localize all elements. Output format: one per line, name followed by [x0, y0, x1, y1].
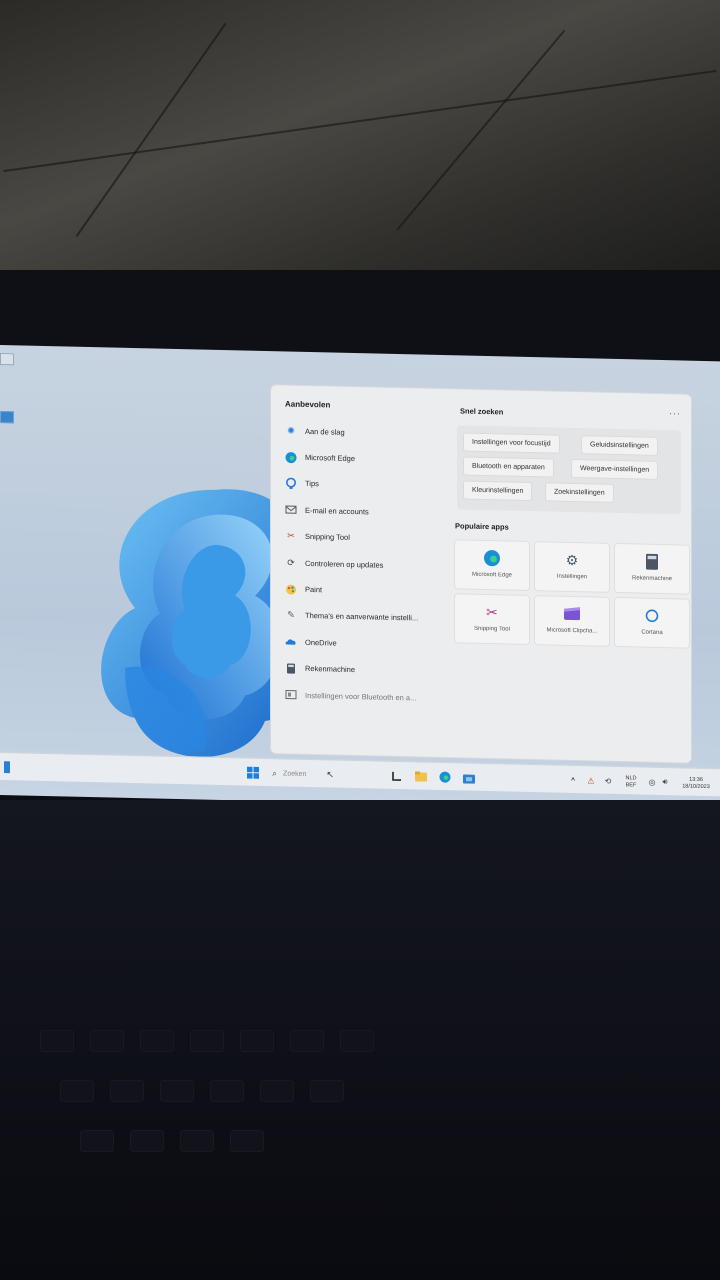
keyboard-layout: BEF: [625, 782, 637, 789]
keyboard-key: [40, 1030, 74, 1052]
keyboard-key: [80, 1130, 114, 1152]
clipchamp-icon: [563, 605, 581, 623]
snipping-tool-icon: ✂: [287, 530, 295, 541]
mouse-cursor-icon: ↖: [326, 768, 334, 780]
recommended-item-themes[interactable]: ✎ Thema's en aanverwante instelli...: [285, 602, 435, 632]
search-icon: ⌕: [272, 767, 278, 778]
more-options-button[interactable]: ···: [669, 408, 681, 418]
recommended-item-bluetooth[interactable]: Instellingen voor Bluetooth en a...: [285, 681, 435, 711]
chevron-up-icon[interactable]: ^: [566, 773, 580, 787]
quick-search-display[interactable]: Weergave-instellingen: [571, 458, 659, 480]
language-indicator[interactable]: NLD BEF: [620, 775, 642, 789]
file-explorer-icon[interactable]: [414, 769, 428, 783]
start-menu: Aanbevolen ✺ Aan de slag Microsoft Edge …: [270, 384, 692, 764]
get-started-icon: ✺: [287, 425, 295, 436]
paint-icon: [285, 583, 297, 595]
popular-app-clipchamp[interactable]: Microsoft Clipcha...: [534, 595, 610, 647]
popular-app-cortana[interactable]: Cortana: [614, 596, 690, 649]
clock[interactable]: 13:36 18/10/2023: [676, 776, 716, 791]
recommended-item-get-started[interactable]: ✺ Aan de slag: [285, 417, 435, 447]
edge-icon: [285, 451, 297, 463]
update-icon: ⟳: [287, 557, 295, 568]
recommended-item-mail[interactable]: E-mail en accounts: [285, 497, 435, 527]
keyboard-key: [60, 1080, 94, 1102]
mail-icon: [285, 504, 297, 516]
snipping-tool-icon: ✂: [486, 603, 498, 620]
sync-icon[interactable]: ⟲: [601, 774, 615, 788]
store-icon[interactable]: [462, 770, 476, 784]
keyboard-key: [180, 1130, 214, 1152]
desktop-icon-shortcut[interactable]: [0, 411, 28, 424]
recycle-bin-icon: [0, 353, 14, 366]
recommended-item-edge[interactable]: Microsoft Edge: [285, 444, 435, 474]
volume-icon[interactable]: 🔊︎: [658, 775, 672, 789]
quick-search-color[interactable]: Kleurinstellingen: [463, 480, 533, 502]
keyboard-key: [260, 1080, 294, 1102]
security-alert-icon[interactable]: ⚠: [584, 773, 598, 787]
tips-icon: [285, 477, 297, 489]
network-icon[interactable]: ◎: [645, 775, 659, 789]
quick-search-bluetooth[interactable]: Bluetooth en apparaten: [463, 456, 554, 478]
keyboard-key: [90, 1030, 124, 1052]
edge-icon: [483, 549, 501, 567]
clock-date: 18/10/2023: [682, 783, 710, 791]
quick-search-search-settings[interactable]: Zoekinstellingen: [545, 482, 614, 503]
recommended-item-tips[interactable]: Tips: [285, 470, 435, 500]
keyboard-key: [290, 1030, 324, 1052]
recommended-item-updates[interactable]: ⟳ Controleren op updates: [285, 549, 435, 579]
recommended-item-calculator[interactable]: Rekenmachine: [285, 655, 435, 685]
keyboard-key: [130, 1130, 164, 1152]
keyboard-key: [240, 1030, 274, 1052]
quick-search-panel: Instellingen voor focustijd Geluidsinste…: [457, 425, 681, 515]
recommended-item-snipping[interactable]: ✂ Snipping Tool: [285, 523, 435, 553]
popular-app-settings[interactable]: ⚙ Instellingen: [534, 541, 610, 593]
room-background: [0, 0, 720, 300]
widgets-icon[interactable]: [0, 760, 14, 774]
keyboard-key: [190, 1030, 224, 1052]
windows-logo-icon: [247, 766, 259, 779]
laptop-keyboard: [0, 800, 720, 1280]
start-button[interactable]: [246, 766, 260, 780]
keyboard-key: [160, 1080, 194, 1102]
recommended-list: ✺ Aan de slag Microsoft Edge Tips E-mail…: [285, 417, 435, 711]
keyboard-key: [140, 1030, 174, 1052]
keyboard-key: [310, 1080, 344, 1102]
edge-taskbar-icon[interactable]: [438, 770, 452, 784]
keyboard-key: [110, 1080, 144, 1102]
search-input[interactable]: Zoeken: [283, 770, 306, 778]
windows-desktop[interactable]: Aanbevolen ✺ Aan de slag Microsoft Edge …: [0, 345, 720, 812]
calculator-icon: [285, 662, 297, 674]
popular-apps-title: Populaire apps: [455, 521, 509, 532]
popular-app-snipping[interactable]: ✂ Snipping Tool: [454, 593, 530, 646]
quick-search-focus-time[interactable]: Instellingen voor focustijd: [463, 432, 560, 454]
bluetooth-settings-icon: [285, 689, 297, 701]
task-view-icon[interactable]: [390, 769, 404, 783]
keyboard-key: [210, 1080, 244, 1102]
keyboard-key: [340, 1030, 374, 1052]
quick-search-title: Snel zoeken: [460, 406, 504, 417]
recommended-title: Aanbevolen: [285, 399, 331, 410]
cortana-icon: [643, 607, 661, 625]
desktop-icon-recycle-bin[interactable]: [0, 353, 28, 366]
recommended-item-paint[interactable]: Paint: [285, 576, 435, 606]
recommended-item-onedrive[interactable]: OneDrive: [285, 629, 435, 659]
keyboard-key: [230, 1130, 264, 1152]
calculator-icon: [643, 553, 661, 571]
popular-app-calculator[interactable]: Rekenmachine: [614, 542, 690, 595]
quick-search-sound[interactable]: Geluidsinstellingen: [581, 435, 658, 456]
settings-gear-icon: ⚙: [565, 551, 579, 568]
monitor-icon: [0, 411, 14, 424]
onedrive-icon: [285, 636, 297, 648]
brush-icon: ✎: [287, 609, 295, 621]
taskbar-search[interactable]: ⌕ Zoeken ↖: [268, 765, 363, 783]
popular-app-edge[interactable]: Microsoft Edge: [454, 539, 530, 592]
